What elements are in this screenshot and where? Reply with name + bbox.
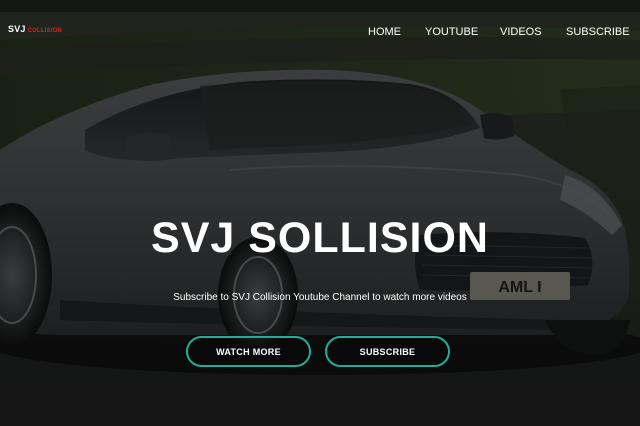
hero-title: SVJ SOLLISION: [151, 214, 489, 262]
hero-subtitle: Subscribe to SVJ Collision Youtube Chann…: [173, 292, 467, 303]
watch-more-button[interactable]: WATCH MORE: [186, 336, 311, 367]
brand-name: SVJ: [8, 24, 26, 34]
nav-youtube-link[interactable]: YOUTUBE: [425, 26, 478, 38]
nav-videos-link[interactable]: VIDEOS: [500, 26, 542, 38]
hero-dark-overlay: [0, 0, 640, 426]
nav-subscribe-link[interactable]: SUBSCRIBE: [566, 26, 630, 38]
top-navbar: SVJ COLLISION HOME YOUTUBE VIDEOS SUBSCRI…: [0, 0, 640, 60]
subscribe-button[interactable]: SUBSCRIBE: [325, 336, 450, 367]
nav-home-link[interactable]: HOME: [368, 26, 401, 38]
brand-tagline: COLLISION: [27, 28, 63, 34]
brand-logo[interactable]: SVJ COLLISION: [8, 24, 62, 34]
